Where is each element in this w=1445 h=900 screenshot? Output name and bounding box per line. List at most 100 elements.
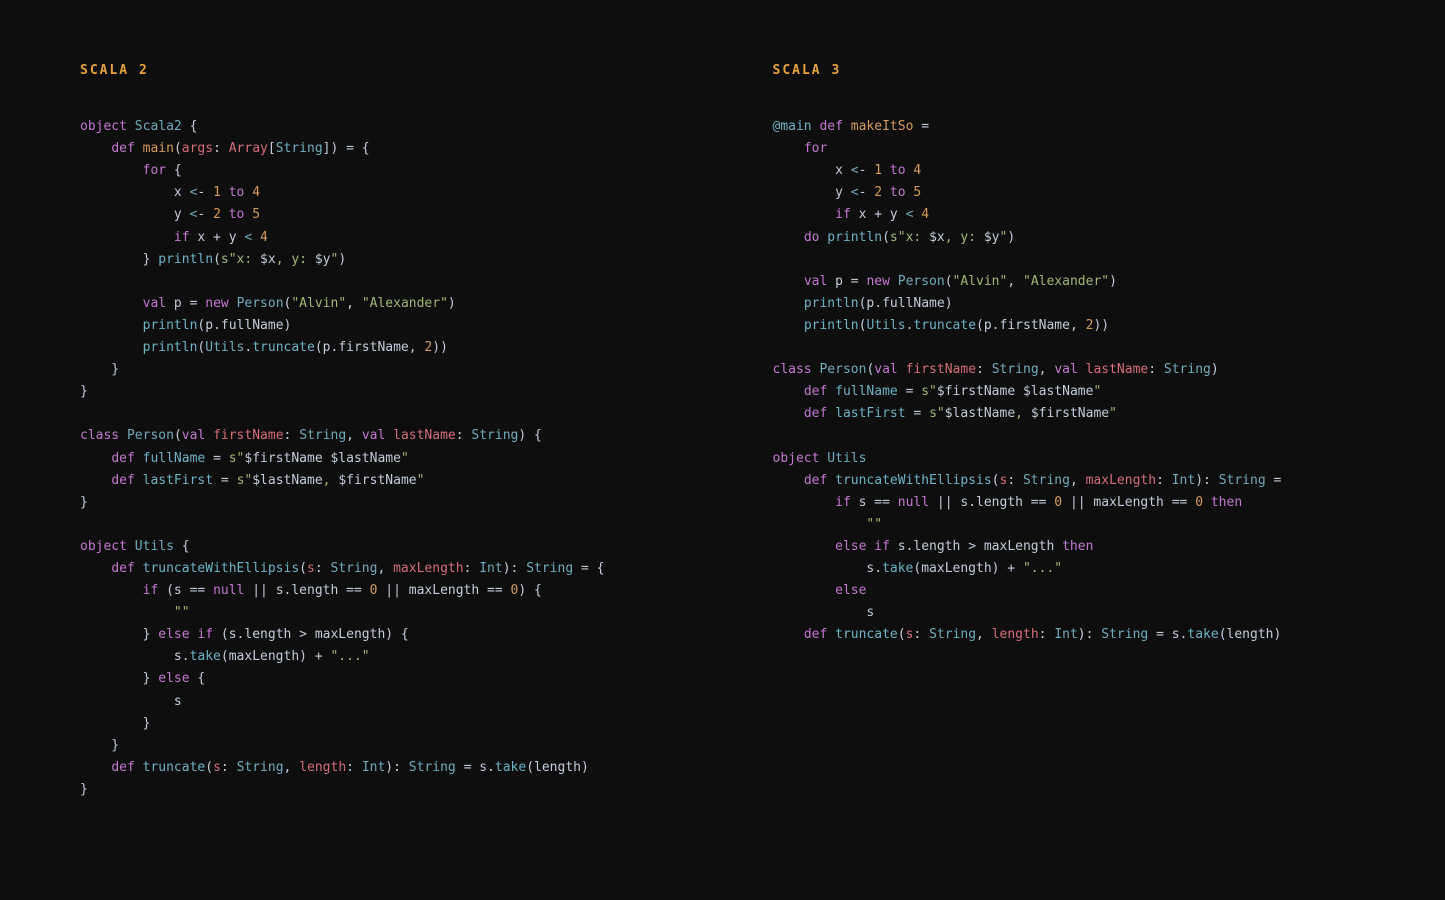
code-token: , (323, 473, 339, 488)
code-token: p = (166, 296, 205, 311)
code-token: < (851, 163, 859, 178)
code-token (80, 230, 174, 245)
code-token: truncateWithEllipsis (143, 561, 300, 576)
code-token: } (80, 362, 119, 377)
code-token: def (819, 119, 842, 134)
code-token: new (205, 296, 228, 311)
code-token: fullName (835, 384, 898, 399)
code-token: def (111, 561, 134, 576)
code-token: , (284, 760, 300, 775)
code-token: String (409, 760, 456, 775)
code-token: then (1062, 539, 1093, 554)
code-token: Scala2 (135, 119, 182, 134)
code-token (229, 296, 237, 311)
code-token: } (80, 671, 158, 686)
code-token: : (1039, 627, 1055, 642)
code-token: " (1109, 406, 1117, 421)
code-token: (maxLength) + (913, 561, 1023, 576)
code-token: $lastName (252, 473, 322, 488)
code-token: ): (503, 561, 526, 576)
code-token: 5 (913, 185, 921, 200)
code-token: = s. (456, 760, 495, 775)
code-token: || s.length == (929, 495, 1054, 510)
code-token: ( (299, 561, 307, 576)
code-token: s"x: (221, 252, 260, 267)
code-token (773, 296, 804, 311)
code-token: val (362, 428, 385, 443)
code-token: println (143, 318, 198, 333)
code-token: 4 (913, 163, 921, 178)
code-token: String (1023, 473, 1070, 488)
code-token: , (1039, 362, 1055, 377)
code-token: " (401, 451, 409, 466)
code-token: truncate (835, 627, 898, 642)
code-token: { (174, 539, 190, 554)
code-token: println (143, 340, 198, 355)
code-token: s. (80, 649, 190, 664)
code-token: } (80, 495, 88, 510)
code-token: "" (174, 605, 190, 620)
code-token: ( (898, 627, 906, 642)
code-token: "Alvin" (953, 274, 1008, 289)
code-token: ( (945, 274, 953, 289)
code-token: s (773, 605, 875, 620)
code-token: y (773, 185, 851, 200)
code-token: println (804, 318, 859, 333)
code-token: object (80, 119, 127, 134)
code-token: $y (315, 252, 331, 267)
code-token (80, 318, 143, 333)
code-token: : (346, 760, 362, 775)
code-token: else (835, 583, 866, 598)
code-token: y (80, 207, 190, 222)
code-token: take (1187, 627, 1218, 642)
code-token: String (299, 428, 346, 443)
code-token: main (143, 141, 174, 156)
code-token: String (330, 561, 377, 576)
code-token: Array (229, 141, 268, 156)
code-token: = (898, 384, 921, 399)
code-token: String (276, 141, 323, 156)
code-token: ( (174, 428, 182, 443)
code-token (80, 583, 143, 598)
code-token: } (80, 716, 150, 731)
code-token: 4 (921, 207, 929, 222)
code-token: : (1148, 362, 1164, 377)
code-token: length (992, 627, 1039, 642)
code-token: Utils (135, 539, 174, 554)
code-token: String (1219, 473, 1266, 488)
code-token: - (859, 185, 875, 200)
code-token: { (166, 163, 182, 178)
code-token: else (835, 539, 866, 554)
code-token (843, 119, 851, 134)
code-token: )) (1093, 318, 1109, 333)
code-token: take (882, 561, 913, 576)
code-token: ) (1211, 362, 1219, 377)
code-token: String (526, 561, 573, 576)
code-token: { (182, 119, 198, 134)
code-token (773, 274, 804, 289)
code-token (1203, 495, 1211, 510)
code-token (80, 163, 143, 178)
code-token: String (992, 362, 1039, 377)
code-token: - (859, 163, 875, 178)
code-token: = (906, 406, 929, 421)
code-token: } (80, 738, 119, 753)
code-token (80, 605, 174, 620)
code-token (773, 406, 804, 421)
code-token: } (80, 782, 88, 797)
code-token: def (804, 384, 827, 399)
code-token: : (315, 561, 331, 576)
code-token (773, 627, 804, 642)
code-token (119, 428, 127, 443)
code-token (80, 451, 111, 466)
code-token: : (284, 428, 300, 443)
code-token (221, 185, 229, 200)
code-token: length (299, 760, 346, 775)
code-token: null (213, 583, 244, 598)
code-token: Person (237, 296, 284, 311)
code-token: object (773, 451, 820, 466)
code-token: ): (1195, 473, 1218, 488)
code-token: take (190, 649, 221, 664)
code-token: ) (1007, 230, 1015, 245)
code-token: to (229, 185, 245, 200)
